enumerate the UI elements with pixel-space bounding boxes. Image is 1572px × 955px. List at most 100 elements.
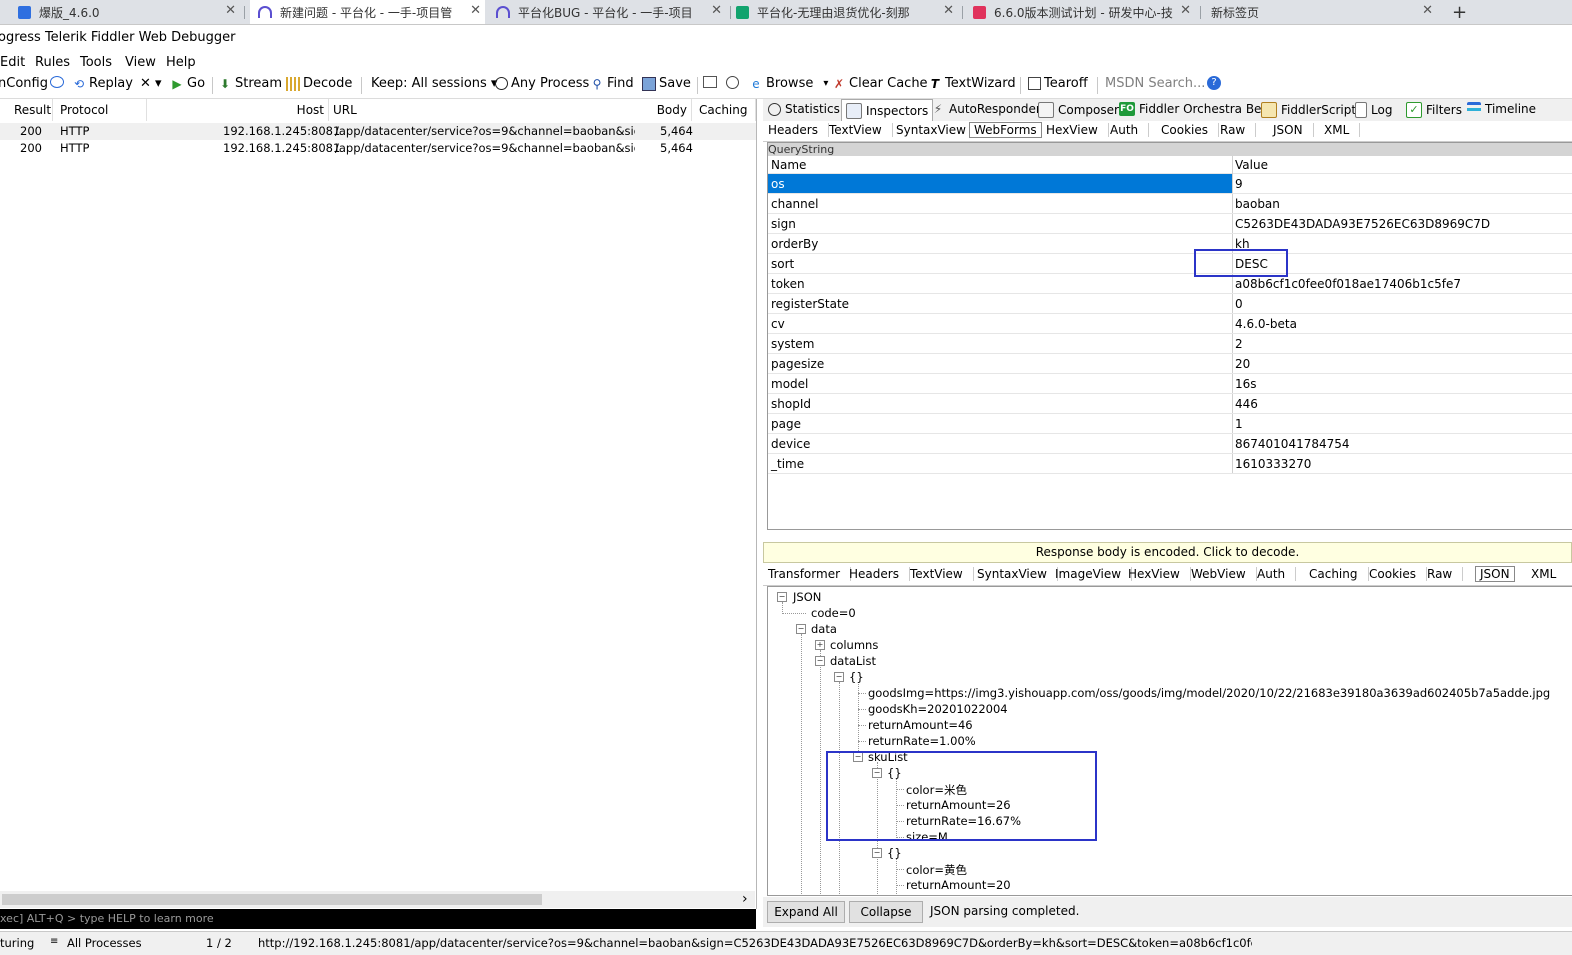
resp-tab-hexview[interactable]: HexView [1128, 567, 1191, 581]
json-node[interactable]: returnRate=1.00% [868, 734, 976, 748]
name-header[interactable]: Name [771, 156, 1232, 174]
collapse-toggle[interactable]: − [777, 592, 787, 602]
expand-toggle[interactable]: + [815, 640, 825, 650]
close-icon[interactable]: ✕ [1422, 3, 1433, 18]
value-header[interactable]: Value [1235, 156, 1268, 174]
tab-composer[interactable]: Composer [1038, 102, 1119, 118]
save-button[interactable]: Save [642, 76, 691, 91]
querystring-row[interactable]: sign C5263DE43DADA93E7526EC63D8969C7D [768, 214, 1572, 234]
collapse-toggle[interactable]: − [872, 848, 882, 858]
menu-tools[interactable]: Tools [80, 55, 112, 70]
browser-tab[interactable]: 新标签页 ✕ [1211, 0, 1437, 24]
decode-button[interactable]: Decode [286, 76, 352, 91]
chevron-down-icon[interactable]: ▾ [823, 78, 828, 89]
req-tab-webforms[interactable]: WebForms [969, 122, 1042, 138]
resp-tab-transformer[interactable]: Transformer [768, 567, 852, 581]
resp-tab-xml[interactable]: XML [1531, 567, 1566, 581]
tearoff-button[interactable]: Tearoff [1028, 76, 1088, 91]
json-node[interactable]: columns [830, 638, 878, 652]
tab-filters[interactable]: ✓ Filters [1406, 102, 1462, 118]
collapse-toggle[interactable]: − [796, 624, 806, 634]
querystring-row[interactable]: device 867401041784754 [768, 434, 1572, 454]
keep-sessions-dropdown[interactable]: Keep: All sessions ▾ [371, 76, 497, 91]
decode-notice-bar[interactable]: Response body is encoded. Click to decod… [763, 542, 1572, 563]
resp-tab-headers[interactable]: Headers [849, 567, 910, 581]
timer-button[interactable] [726, 76, 742, 89]
quickexec-input[interactable]: xec] ALT+Q > type HELP to learn more [0, 909, 756, 929]
capturing-indicator[interactable]: turing [0, 936, 34, 950]
close-icon[interactable]: ✕ [470, 3, 481, 18]
close-icon[interactable]: ✕ [943, 3, 954, 18]
req-tab-hexview[interactable]: HexView [1046, 123, 1109, 137]
json-node[interactable]: {} [887, 846, 902, 860]
querystring-row[interactable]: page 1 [768, 414, 1572, 434]
querystring-row[interactable]: _time 1610333270 [768, 454, 1572, 474]
browser-tab[interactable]: 新建问题 - 平台化 - 一手-项目管 ✕ [250, 0, 485, 24]
browser-tab[interactable]: 平台化-无理由退货优化-刻那 ✕ [736, 0, 958, 24]
col-caching[interactable]: Caching [692, 99, 756, 121]
resp-tab-json[interactable]: JSON [1475, 566, 1515, 582]
tab-timeline[interactable]: Timeline [1467, 102, 1536, 116]
json-node[interactable]: returnAmount=46 [868, 718, 973, 732]
resp-tab-cookies[interactable]: Cookies [1369, 567, 1427, 581]
resp-tab-raw[interactable]: Raw [1427, 567, 1464, 581]
tab-statistics[interactable]: Statistics [768, 102, 840, 116]
stream-button[interactable]: ⬇ Stream [218, 76, 282, 91]
collapse-toggle[interactable]: − [815, 656, 825, 666]
comment-button[interactable] [50, 76, 67, 88]
msdn-search-input[interactable]: MSDN Search... [1105, 76, 1205, 91]
browser-tab[interactable]: 爆版_4.6.0 ✕ [18, 0, 240, 24]
json-node[interactable]: {} [849, 670, 864, 684]
screenshot-button[interactable] [703, 76, 720, 88]
collapse-button[interactable]: Collapse [849, 901, 923, 923]
winconfig-button[interactable]: nConfig [0, 76, 48, 91]
req-tab-textview[interactable]: TextView [829, 123, 893, 137]
go-button[interactable]: ▶ Go [170, 76, 205, 91]
remove-button[interactable]: ✕ ▾ [140, 76, 162, 91]
tab-fiddler-orchestra[interactable]: FO Fiddler Orchestra Beta [1119, 102, 1274, 116]
close-icon[interactable]: ✕ [1180, 3, 1191, 18]
resp-tab-syntaxview[interactable]: SyntaxView [977, 567, 1058, 581]
resp-tab-caching[interactable]: Caching [1309, 567, 1369, 581]
querystring-row[interactable]: system 2 [768, 334, 1572, 354]
col-result[interactable]: Result [0, 99, 53, 121]
scrollbar-thumb[interactable] [2, 894, 542, 905]
tab-fiddlerscript[interactable]: FiddlerScript [1261, 102, 1356, 118]
help-button[interactable]: ? [1207, 76, 1224, 90]
req-tab-auth[interactable]: Auth [1110, 123, 1150, 137]
json-node[interactable]: code=0 [811, 606, 856, 620]
req-tab-xml[interactable]: XML [1324, 123, 1361, 137]
querystring-row[interactable]: model 16s [768, 374, 1572, 394]
tab-log[interactable]: Log [1355, 102, 1392, 118]
resp-tab-textview[interactable]: TextView [910, 567, 974, 581]
querystring-row[interactable]: shopId 446 [768, 394, 1572, 414]
json-node[interactable]: goodsKh=20201022004 [868, 702, 1008, 716]
menu-rules[interactable]: Rules [35, 55, 70, 70]
json-node[interactable]: returnAmount=20 [906, 878, 1011, 892]
process-filter[interactable]: All Processes [67, 936, 142, 950]
querystring-row[interactable]: os 9 [768, 174, 1572, 194]
col-host[interactable]: Host [147, 99, 329, 121]
req-tab-headers[interactable]: Headers [768, 123, 829, 137]
expand-all-button[interactable]: Expand All [767, 901, 845, 923]
col-protocol[interactable]: Protocol [53, 99, 147, 121]
querystring-row[interactable]: token a08b6cf1c0fee0f018ae17406b1c5fe7 [768, 274, 1572, 294]
tab-inspectors[interactable]: Inspectors [841, 99, 934, 121]
querystring-row[interactable]: sort DESC [768, 254, 1572, 274]
browse-button[interactable]: e Browse ▾ [749, 76, 828, 91]
browser-tab[interactable]: 平台化BUG - 平台化 - 一手-项目 ✕ [496, 0, 726, 24]
req-tab-syntaxview[interactable]: SyntaxView [896, 123, 977, 137]
resp-tab-auth[interactable]: Auth [1257, 567, 1297, 581]
querystring-row[interactable]: channel baoban [768, 194, 1572, 214]
querystring-row[interactable]: cv 4.6.0-beta [768, 314, 1572, 334]
menu-view[interactable]: View [125, 55, 156, 70]
col-url[interactable]: URL [329, 99, 692, 121]
col-body[interactable]: Body [640, 99, 692, 121]
session-row[interactable]: 200 HTTP 192.168.1.245:8081 /app/datacen… [0, 123, 756, 140]
req-tab-cookies[interactable]: Cookies [1161, 123, 1219, 137]
textwizard-button[interactable]: T TextWizard [928, 76, 1016, 91]
json-node[interactable]: color=黄色 [906, 862, 967, 878]
json-node[interactable]: dataList [830, 654, 876, 668]
clear-cache-button[interactable]: ✗ Clear Cache [832, 76, 928, 91]
collapse-toggle[interactable]: − [834, 672, 844, 682]
